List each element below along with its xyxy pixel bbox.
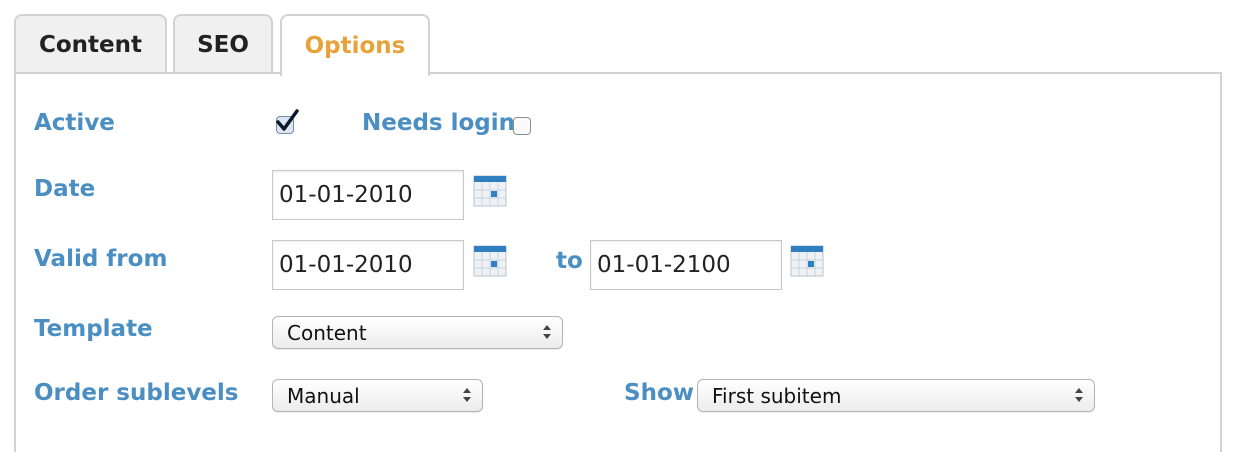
- order-sublevels-select[interactable]: Manual: [272, 379, 483, 412]
- updown-arrows-icon: [543, 325, 551, 339]
- active-checkbox[interactable]: [276, 109, 299, 134]
- tab-seo[interactable]: SEO: [173, 14, 273, 74]
- tab-options-label: Options: [304, 33, 406, 59]
- valid-to-input[interactable]: [590, 240, 782, 290]
- date-label: Date: [34, 176, 96, 202]
- order-sublevels-select-value: Manual: [287, 383, 360, 408]
- tab-options[interactable]: Options: [280, 14, 430, 76]
- needs-login-label: Needs login: [362, 110, 516, 136]
- calendar-icon[interactable]: [473, 173, 507, 209]
- valid-from-label: Valid from: [34, 246, 168, 272]
- updown-arrows-icon: [463, 388, 471, 402]
- active-label: Active: [34, 110, 115, 136]
- template-label: Template: [34, 316, 153, 342]
- show-select-value: First subitem: [712, 383, 842, 408]
- template-select-value: Content: [287, 320, 367, 345]
- valid-to-label: to: [556, 248, 583, 274]
- updown-arrows-icon: [1075, 388, 1083, 402]
- checkmark-icon: [276, 109, 299, 131]
- needs-login-checkbox[interactable]: [513, 117, 531, 135]
- tab-content-label: Content: [38, 32, 143, 58]
- show-label: Show: [624, 380, 694, 406]
- date-input[interactable]: [272, 170, 464, 220]
- calendar-icon[interactable]: [790, 243, 824, 279]
- show-select[interactable]: First subitem: [697, 379, 1095, 412]
- calendar-icon[interactable]: [473, 243, 507, 279]
- tab-seo-label: SEO: [197, 32, 249, 58]
- order-sublevels-label: Order sublevels: [34, 380, 239, 406]
- template-select[interactable]: Content: [272, 316, 563, 349]
- valid-from-input[interactable]: [272, 240, 464, 290]
- tab-content[interactable]: Content: [14, 14, 167, 74]
